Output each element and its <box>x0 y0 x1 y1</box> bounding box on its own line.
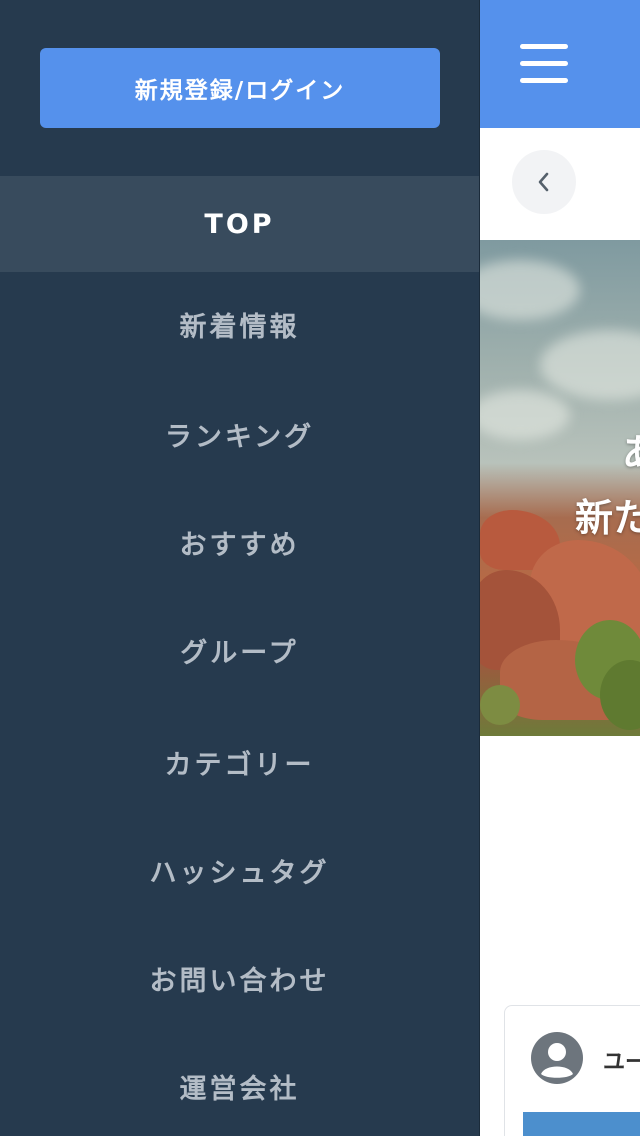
app-frame: あ 新た ユー 新規登録/ログイン TOP 新着情報 ランキング おすすめ グル… <box>0 0 640 1136</box>
hamburger-menu-icon[interactable] <box>520 44 568 84</box>
nav-item-top[interactable]: TOP <box>0 176 479 272</box>
hero-title-line-2: 新た <box>575 496 640 540</box>
signup-login-button[interactable]: 新規登録/ログイン <box>40 48 440 128</box>
back-button[interactable] <box>512 150 576 214</box>
chevron-left-icon <box>538 172 549 192</box>
nav-item-company[interactable]: 運営会社 <box>0 1032 479 1136</box>
hero-banner: あ 新た <box>480 240 640 736</box>
user-avatar-icon <box>531 1032 583 1084</box>
card-image <box>523 1112 640 1136</box>
nav-item-category[interactable]: カテゴリー <box>0 708 479 816</box>
nav-item-news[interactable]: 新着情報 <box>0 272 479 376</box>
main-content: あ 新た ユー <box>480 0 640 1136</box>
nav-item-contact[interactable]: お問い合わせ <box>0 924 479 1032</box>
nav-item-recommended[interactable]: おすすめ <box>0 488 479 596</box>
card-username: ユー <box>603 1050 640 1075</box>
hero-title-line-1: あ <box>622 422 640 477</box>
nav-item-ranking[interactable]: ランキング <box>0 380 479 488</box>
nav-item-hashtag[interactable]: ハッシュタグ <box>0 816 479 924</box>
header-bar <box>480 0 640 128</box>
post-card[interactable]: ユー <box>504 1005 640 1136</box>
side-drawer: 新規登録/ログイン TOP 新着情報 ランキング おすすめ グループ カテゴリー… <box>0 0 480 1136</box>
nav-item-group[interactable]: グループ <box>0 596 479 704</box>
